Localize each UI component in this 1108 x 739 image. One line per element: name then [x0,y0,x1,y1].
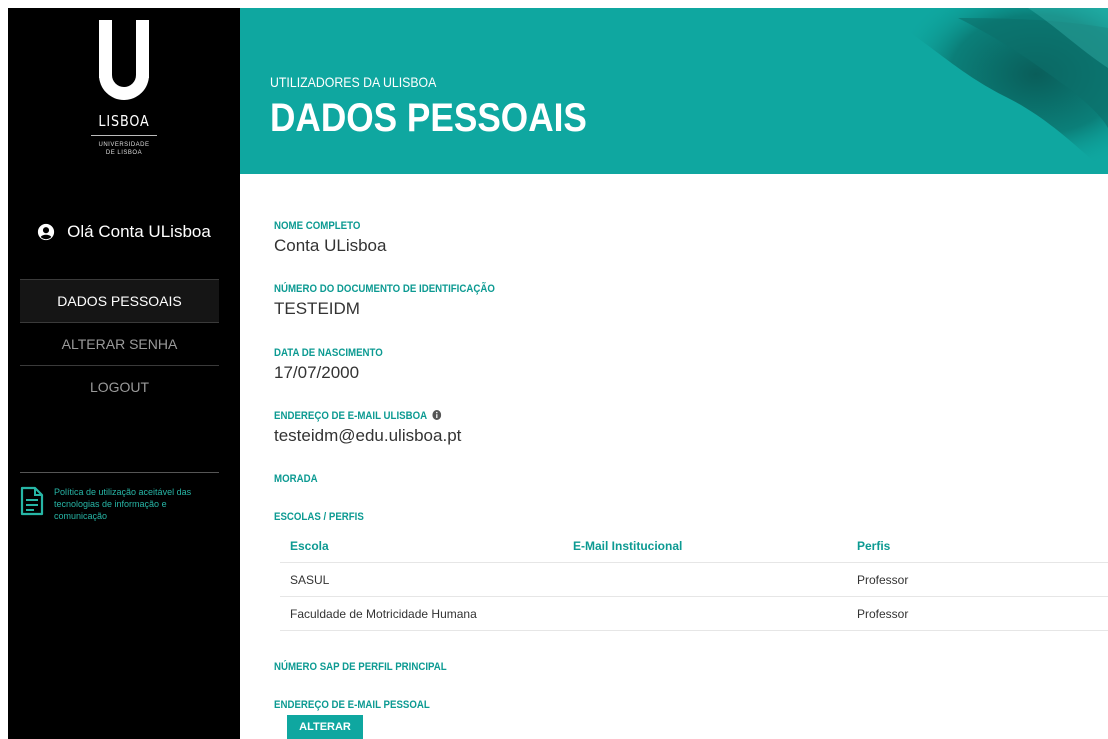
logo-divider [91,135,157,136]
table-header-row: Escola E-Mail Institucional Perfis [280,529,1108,563]
documento-value: TESTEIDM [274,299,360,318]
banner-background-image [868,8,1108,174]
banner-kicker: UTILIZADORES DA ULISBOA [270,74,437,90]
logo-name: LISBOA [98,112,150,130]
escolas-perfis-table: Escola E-Mail Institucional Perfis SASUL… [280,529,1108,631]
table-cell-escola: SASUL [290,572,330,587]
policy-divider [20,472,219,473]
sidebar: LISBOA UNIVERSIDADE DE LISBOA Olá Conta … [8,8,240,739]
greeting-text: Olá Conta ULisboa [67,222,211,241]
nome-completo-value: Conta ULisboa [274,236,387,255]
email-ulisboa-value: testeidm@edu.ulisboa.pt [274,426,462,445]
document-icon [20,486,44,516]
column-header-perfis: Perfis [857,538,891,553]
nav-item-alterar-senha[interactable]: ALTERAR SENHA [20,322,219,365]
table-cell-perfis: Professor [857,606,909,621]
morada-label: MORADA [274,473,318,485]
data-nascimento-value: 17/07/2000 [274,363,360,382]
table-row: Faculdade de Motricidade Humana Professo… [280,597,1108,631]
table-cell-escola: Faculdade de Motricidade Humana [290,606,477,621]
logo-u-mark [99,20,149,100]
logo-sub-line2: DE LISBOA [105,150,143,156]
user-greeting: Olá Conta ULisboa [8,220,240,244]
policy-link[interactable]: Política de utilização aceitável das tec… [20,486,220,522]
email-pessoal-label: ENDEREÇO DE E-MAIL PESSOAL [274,699,430,711]
page-banner: UTILIZADORES DA ULISBOA DADOS PESSOAIS [240,8,1108,174]
page-title: DADOS PESSOAIS [270,96,587,140]
sidebar-nav: DADOS PESSOAIS ALTERAR SENHA LOGOUT [20,279,219,408]
table-row: SASUL Professor [280,563,1108,597]
escolas-perfis-label: ESCOLAS / PERFIS [274,511,364,523]
ulisboa-logo[interactable]: LISBOA UNIVERSIDADE DE LISBOA [8,20,240,157]
email-ulisboa-label: ENDEREÇO DE E-MAIL ULISBOA [274,410,441,422]
email-ulisboa-label-text: ENDEREÇO DE E-MAIL ULISBOA [274,410,427,422]
data-nascimento-label: DATA DE NASCIMENTO [274,347,383,359]
nav-item-logout[interactable]: LOGOUT [20,365,219,408]
numero-sap-label: NÚMERO SAP DE PERFIL PRINCIPAL [274,661,447,673]
documento-label: NÚMERO DO DOCUMENTO DE IDENTIFICAÇÃO [274,283,495,295]
policy-link-text[interactable]: Política de utilização aceitável das tec… [54,486,220,522]
alterar-button[interactable]: ALTERAR [287,715,363,739]
info-icon[interactable] [432,410,441,420]
nome-completo-label: NOME COMPLETO [274,220,361,232]
column-header-email-institucional: E-Mail Institucional [573,538,683,553]
table-cell-perfis: Professor [857,572,909,587]
user-circle-icon [38,223,55,241]
column-header-escola: Escola [290,538,329,553]
nav-item-dados-pessoais[interactable]: DADOS PESSOAIS [20,279,219,322]
logo-sub-line1: UNIVERSIDADE [98,142,150,148]
